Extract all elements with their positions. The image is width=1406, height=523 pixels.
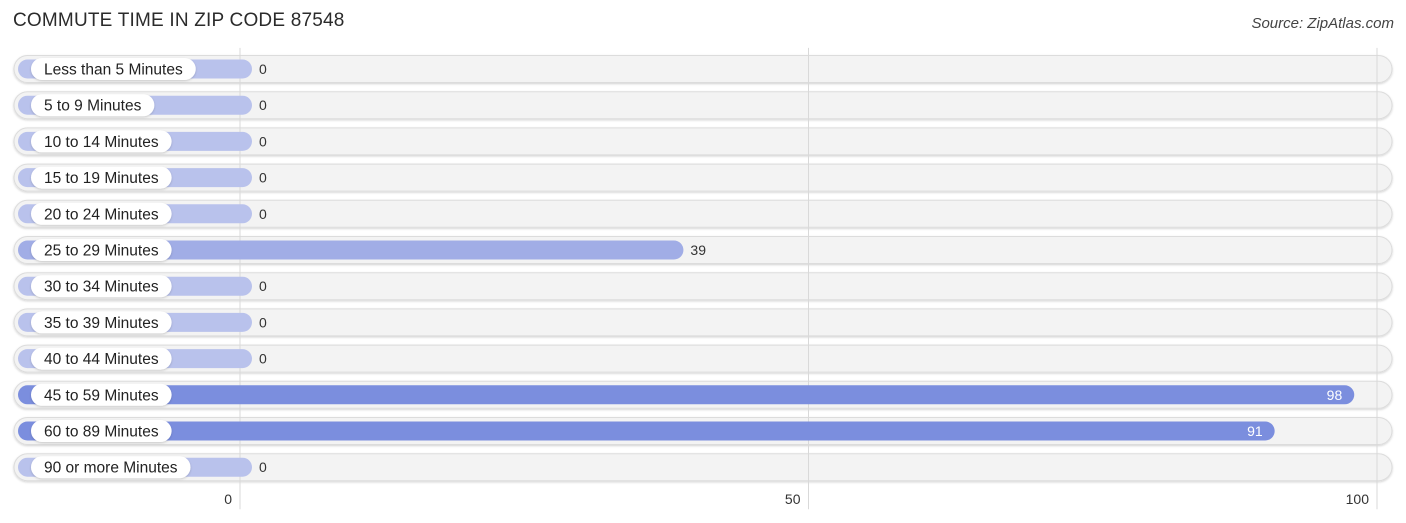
value-label: 0 [259, 278, 267, 294]
category-label: 45 to 59 Minutes [44, 387, 159, 404]
category-label: 90 or more Minutes [44, 460, 178, 477]
value-label: 0 [259, 133, 267, 149]
x-tick-label: 0 [224, 491, 232, 507]
category-label: 25 to 29 Minutes [44, 243, 159, 260]
category-label: 15 to 19 Minutes [44, 170, 159, 187]
category-label: 40 to 44 Minutes [44, 351, 159, 368]
value-label: 0 [259, 206, 267, 222]
category-label: 10 to 14 Minutes [44, 134, 159, 151]
category-label: 60 to 89 Minutes [44, 424, 159, 441]
value-label: 98 [1327, 387, 1343, 403]
value-label: 39 [690, 242, 706, 258]
value-label: 0 [259, 351, 267, 367]
x-tick-label: 100 [1346, 491, 1370, 507]
value-label: 0 [259, 314, 267, 330]
category-label: 20 to 24 Minutes [44, 206, 159, 223]
value-label: 0 [259, 97, 267, 113]
value-label: 0 [259, 459, 267, 475]
category-label: 30 to 34 Minutes [44, 279, 159, 296]
bar-chart: Less than 5 Minutes 0 5 to 9 Minutes 0 10 to… [13, 47, 1393, 510]
value-label: 0 [259, 61, 267, 77]
bar [18, 421, 1275, 441]
category-label: 5 to 9 Minutes [44, 98, 142, 115]
x-tick-label: 50 [785, 491, 801, 507]
value-label: 91 [1247, 423, 1263, 439]
category-label: 35 to 39 Minutes [44, 315, 159, 332]
bar [18, 385, 1355, 405]
category-label: Less than 5 Minutes [44, 62, 183, 79]
value-label: 0 [259, 170, 267, 186]
